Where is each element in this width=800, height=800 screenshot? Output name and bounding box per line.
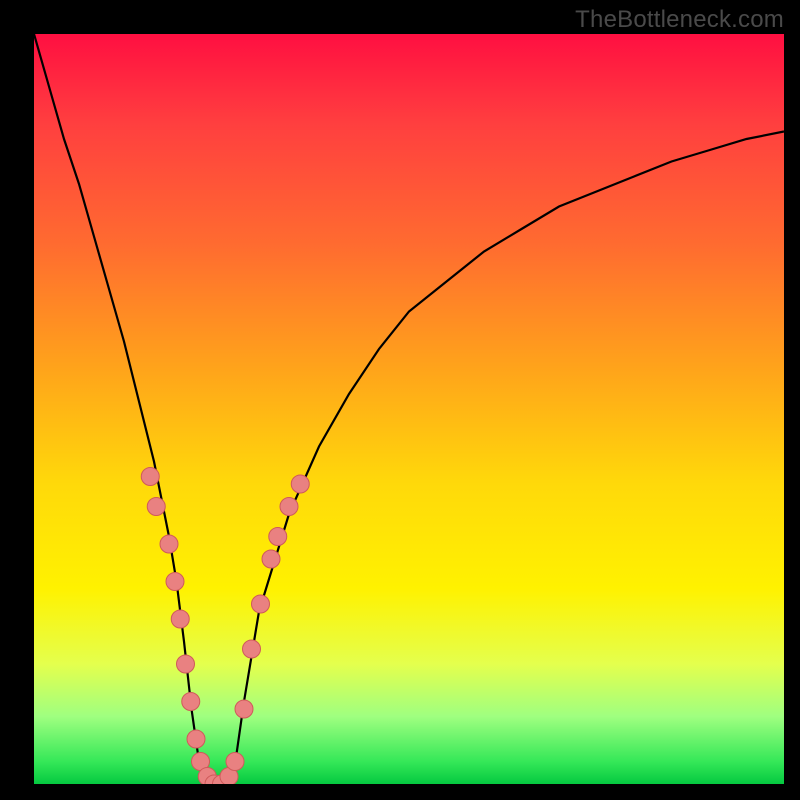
- data-marker: [160, 535, 178, 553]
- data-marker: [147, 498, 165, 516]
- data-marker: [252, 595, 270, 613]
- chart-svg: [34, 34, 784, 784]
- data-marker: [262, 550, 280, 568]
- data-marker: [171, 610, 189, 628]
- data-marker: [280, 498, 298, 516]
- data-marker: [235, 700, 253, 718]
- chart-frame: TheBottleneck.com: [0, 0, 800, 800]
- data-marker: [291, 475, 309, 493]
- data-marker: [269, 528, 287, 546]
- data-marker: [166, 573, 184, 591]
- data-marker: [243, 640, 261, 658]
- bottleneck-curve: [34, 34, 784, 784]
- plot-area: [34, 34, 784, 784]
- data-marker: [226, 753, 244, 771]
- data-marker: [177, 655, 195, 673]
- data-marker: [182, 693, 200, 711]
- watermark-text: TheBottleneck.com: [575, 6, 784, 34]
- marker-group: [141, 468, 309, 785]
- data-marker: [187, 730, 205, 748]
- data-marker: [141, 468, 159, 486]
